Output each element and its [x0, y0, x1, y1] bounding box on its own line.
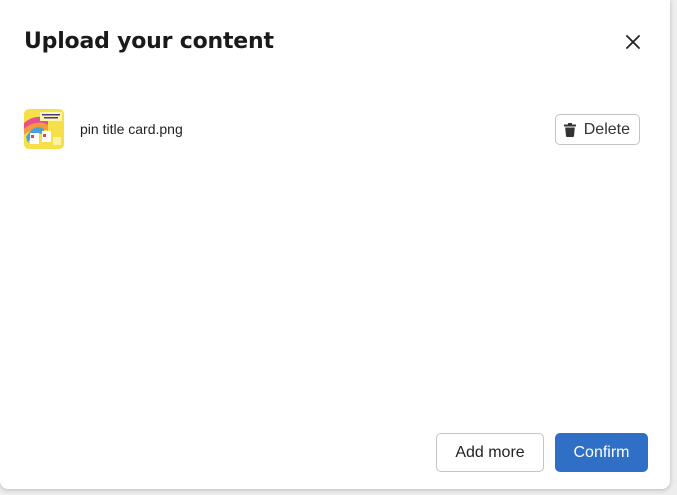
add-more-button[interactable]: Add more: [436, 433, 544, 472]
file-name: pin title card.png: [80, 121, 183, 137]
file-thumbnail: [24, 109, 64, 149]
delete-file-button[interactable]: Delete: [554, 114, 640, 145]
dialog-title: Upload your content: [24, 29, 274, 54]
trash-icon: [563, 122, 576, 137]
delete-button-label: Delete: [583, 120, 630, 138]
dialog-footer: Add more Confirm: [436, 433, 648, 472]
close-icon: [625, 34, 641, 50]
dialog-header: Upload your content: [24, 26, 646, 58]
confirm-button[interactable]: Confirm: [555, 433, 648, 472]
upload-dialog: Upload your content pin title card.png D…: [0, 0, 670, 489]
close-button[interactable]: [620, 29, 646, 55]
file-list-item: pin title card.png Delete: [24, 109, 640, 149]
